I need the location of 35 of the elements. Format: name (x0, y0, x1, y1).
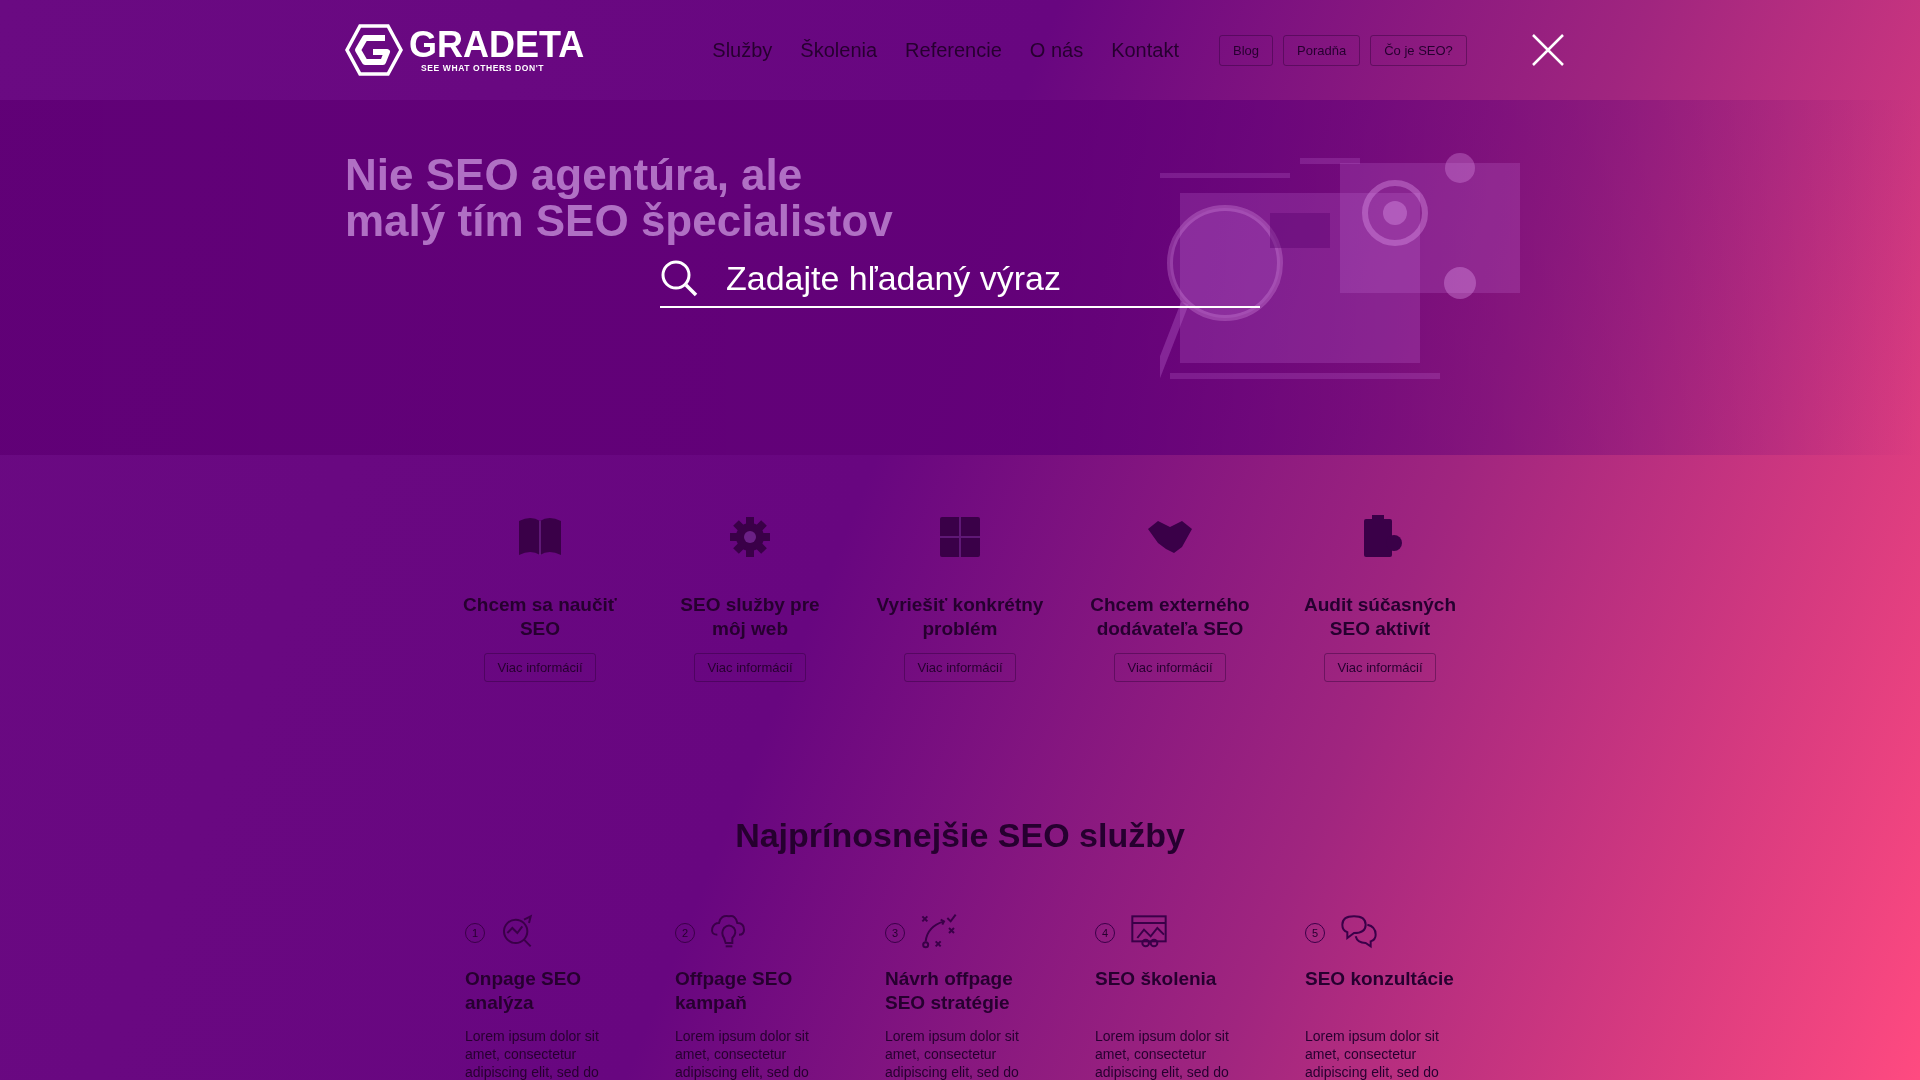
nav-link[interactable]: Služby (712, 38, 773, 62)
nav-button[interactable]: Blog (1219, 34, 1273, 66)
section-title: Najprínosnejšie SEO služby (734, 815, 1186, 855)
service-title: Offpage SEO kampaň (675, 967, 794, 1015)
nav-button[interactable]: Čo je SEO? (1370, 34, 1467, 66)
logo-name: GRADETA (409, 27, 585, 63)
service-text: Lorem ipsum dolor sit amet, consectetur adipiscing elit, sed do (465, 1027, 600, 1080)
more-info-button[interactable]: Viac informácií (1114, 653, 1226, 682)
service-text: Lorem ipsum dolor sit amet, consectetur adipiscing elit, sed do (885, 1027, 1020, 1080)
more-info-button[interactable]: Viac informácií (904, 653, 1016, 682)
nav-link[interactable]: O nás (1029, 38, 1084, 62)
service-text: Lorem ipsum dolor sit amet, consectetur adipiscing elit, sed do (1305, 1027, 1440, 1080)
service-title: SEO školenia (1095, 967, 1218, 991)
more-info-button[interactable]: Viac informácií (694, 653, 806, 682)
service-text: Lorem ipsum dolor sit amet, consectetur adipiscing elit, sed do (1095, 1027, 1230, 1080)
more-info-button[interactable]: Viac informácií (1324, 653, 1436, 682)
card-title: SEO služby pre môj web (679, 593, 821, 641)
card-title: Audit súčasných SEO aktivít (1302, 593, 1457, 641)
nav-button[interactable]: Poradňa (1283, 34, 1361, 66)
logo-icon (345, 24, 403, 76)
card-title: Chcem externého dodávateľa SEO (1089, 593, 1251, 641)
search-field[interactable]: Zadajte hľadaný výraz (726, 253, 1260, 303)
service-title: Onpage SEO analýza (465, 967, 583, 1015)
service-text: Lorem ipsum dolor sit amet, consectetur adipiscing elit, sed do (675, 1027, 810, 1080)
service-title: SEO konzultácie (1305, 967, 1455, 991)
search-icon (660, 259, 698, 297)
card-title: Vyriešiť konkrétny problém (875, 593, 1045, 641)
service-title: Návrh offpage SEO stratégie (885, 967, 1014, 1015)
card-title: Chcem sa naučiť SEO (462, 593, 618, 641)
nav-link[interactable]: Kontakt (1111, 38, 1179, 62)
more-info-button[interactable]: Viac informácií (484, 653, 596, 682)
nav-link[interactable]: Referencie (905, 38, 1002, 62)
logo-tagline: SEE WHAT OTHERS DON'T (421, 63, 546, 73)
hero-title: Nie SEO agentúra, ale malý tím SEO špecialistov (345, 151, 893, 244)
nav-link[interactable]: Školenia (800, 38, 878, 62)
